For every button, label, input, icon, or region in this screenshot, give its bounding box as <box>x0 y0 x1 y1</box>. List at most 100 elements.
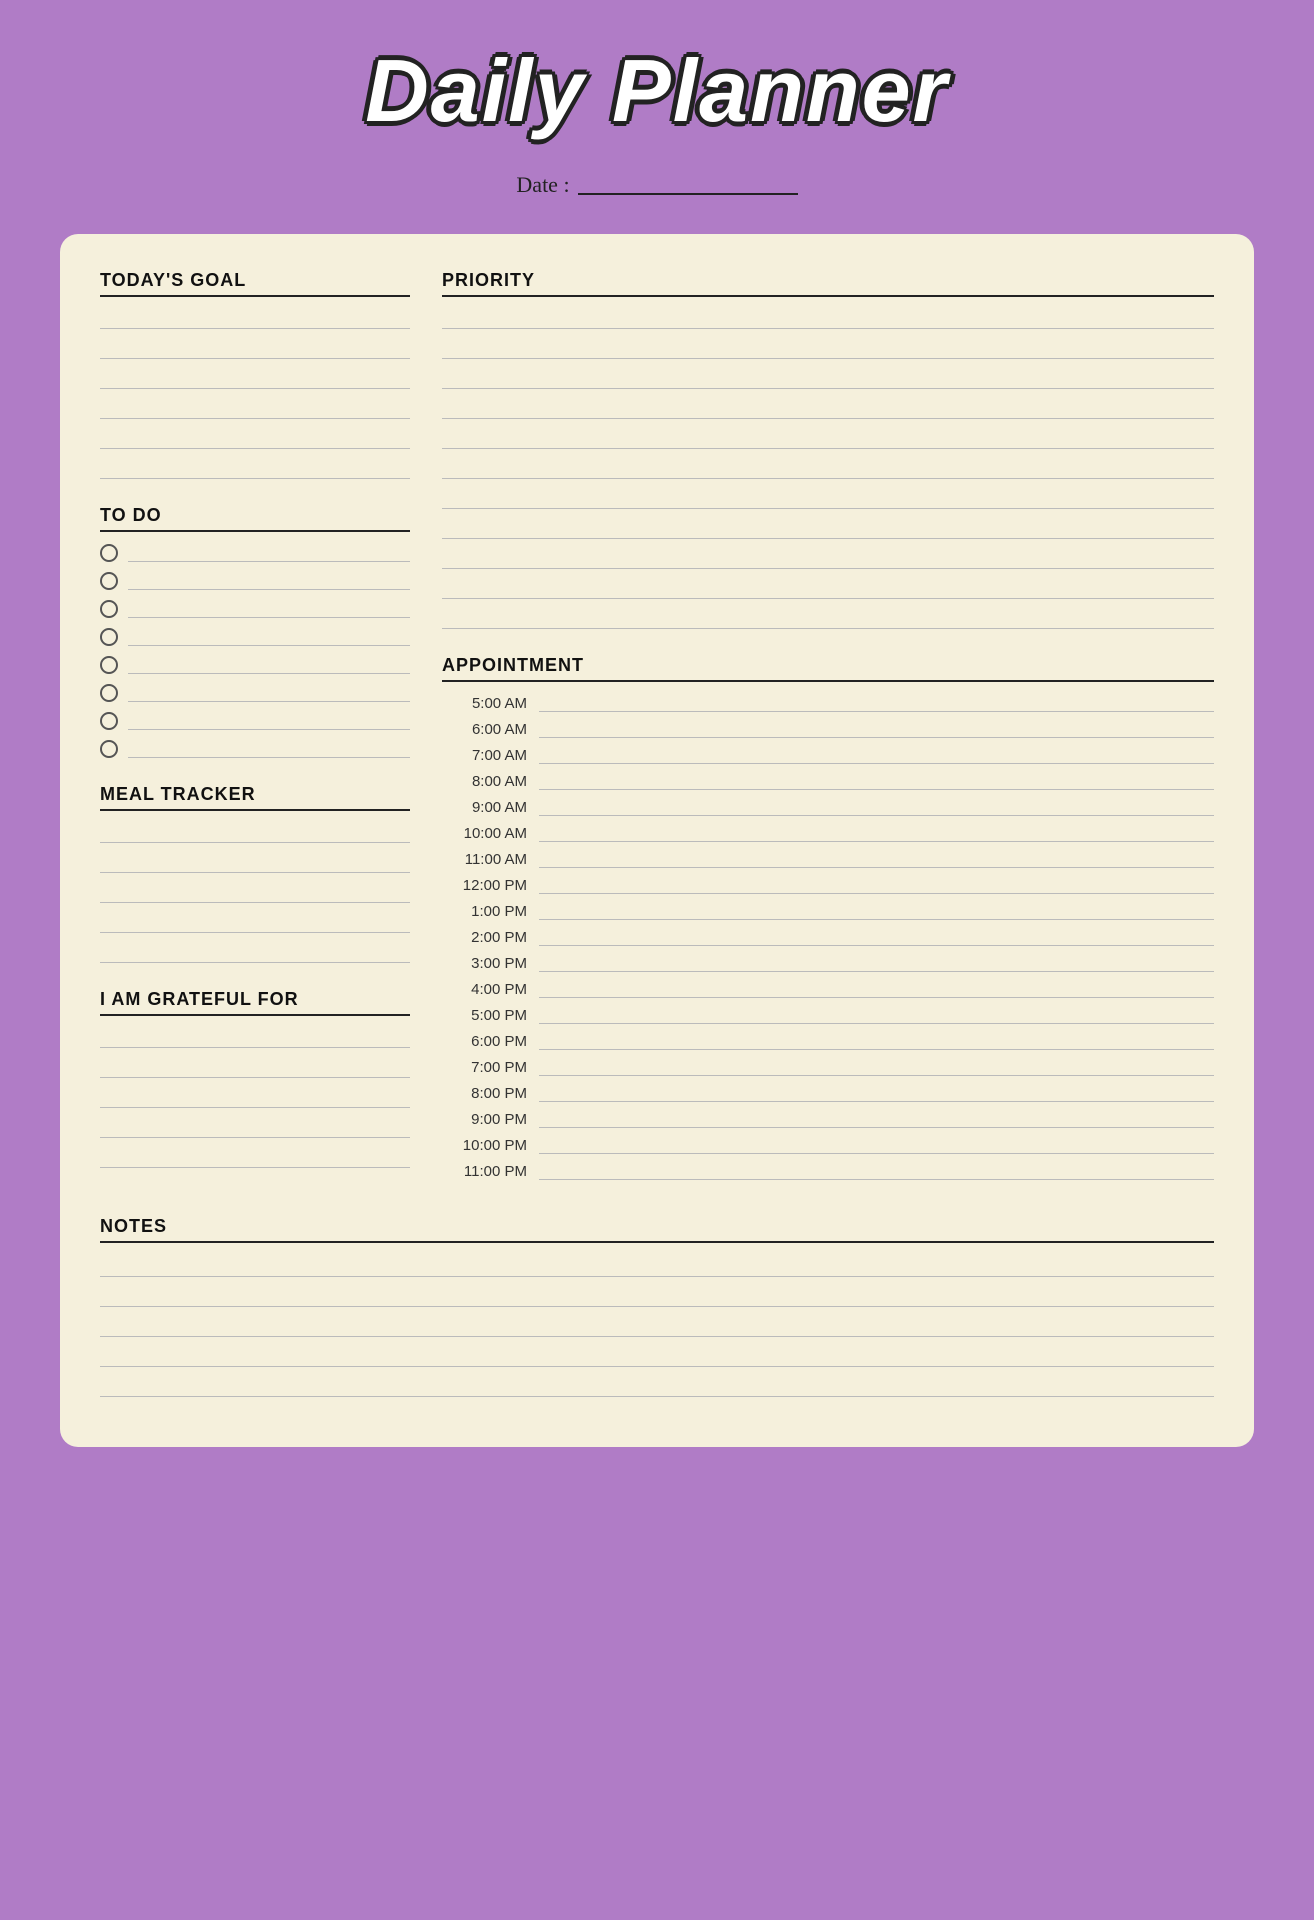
appointment-row: 6:00 PM <box>442 1032 1214 1050</box>
goal-line[interactable] <box>100 339 410 359</box>
appointment-time-label: 8:00 AM <box>442 773 527 790</box>
date-input-line[interactable] <box>578 175 798 195</box>
appointment-row: 4:00 PM <box>442 980 1214 998</box>
priority-line[interactable] <box>442 609 1214 629</box>
todo-text-line[interactable] <box>128 572 410 590</box>
todo-item[interactable] <box>100 628 410 646</box>
todo-text-line[interactable] <box>128 628 410 646</box>
appointment-row: 8:00 PM <box>442 1084 1214 1102</box>
meal-tracker-header: MEAL TRACKER <box>100 784 410 811</box>
priority-line[interactable] <box>442 339 1214 359</box>
notes-line[interactable] <box>100 1257 1214 1277</box>
priority-line[interactable] <box>442 429 1214 449</box>
todo-circle[interactable] <box>100 712 118 730</box>
appointment-text-line[interactable] <box>539 1136 1214 1154</box>
todo-item[interactable] <box>100 544 410 562</box>
appointment-row: 12:00 PM <box>442 876 1214 894</box>
todo-circle[interactable] <box>100 572 118 590</box>
appointment-text-line[interactable] <box>539 876 1214 894</box>
appointment-time-label: 6:00 AM <box>442 721 527 738</box>
appointment-text-line[interactable] <box>539 1032 1214 1050</box>
notes-line[interactable] <box>100 1287 1214 1307</box>
priority-line[interactable] <box>442 399 1214 419</box>
meal-line[interactable] <box>100 943 410 963</box>
meal-line[interactable] <box>100 823 410 843</box>
todo-items <box>100 544 410 758</box>
todo-circle[interactable] <box>100 628 118 646</box>
todo-circle[interactable] <box>100 544 118 562</box>
meal-line[interactable] <box>100 913 410 933</box>
appointment-text-line[interactable] <box>539 720 1214 738</box>
appointment-section: APPOINTMENT 5:00 AM6:00 AM7:00 AM8:00 AM… <box>442 655 1214 1188</box>
appointment-row: 3:00 PM <box>442 954 1214 972</box>
grateful-line[interactable] <box>100 1088 410 1108</box>
todo-item[interactable] <box>100 712 410 730</box>
todo-text-line[interactable] <box>128 656 410 674</box>
grateful-line[interactable] <box>100 1148 410 1168</box>
todo-text-line[interactable] <box>128 600 410 618</box>
todo-circle[interactable] <box>100 684 118 702</box>
appointment-time-label: 6:00 PM <box>442 1033 527 1050</box>
appointment-text-line[interactable] <box>539 928 1214 946</box>
grateful-line[interactable] <box>100 1028 410 1048</box>
appointment-row: 1:00 PM <box>442 902 1214 920</box>
meal-line[interactable] <box>100 853 410 873</box>
appointment-text-line[interactable] <box>539 954 1214 972</box>
appointment-text-line[interactable] <box>539 746 1214 764</box>
priority-line[interactable] <box>442 459 1214 479</box>
notes-line[interactable] <box>100 1347 1214 1367</box>
notes-line[interactable] <box>100 1317 1214 1337</box>
appointment-text-line[interactable] <box>539 772 1214 790</box>
grateful-line[interactable] <box>100 1118 410 1138</box>
appointment-text-line[interactable] <box>539 1162 1214 1180</box>
notes-line[interactable] <box>100 1377 1214 1397</box>
goal-lines <box>100 309 410 479</box>
page-title: Daily Planner <box>365 40 949 142</box>
todo-item[interactable] <box>100 684 410 702</box>
appointment-text-line[interactable] <box>539 798 1214 816</box>
priority-line[interactable] <box>442 519 1214 539</box>
priority-line[interactable] <box>442 549 1214 569</box>
appointment-time-label: 12:00 PM <box>442 877 527 894</box>
priority-line[interactable] <box>442 489 1214 509</box>
meal-line[interactable] <box>100 883 410 903</box>
todo-item[interactable] <box>100 740 410 758</box>
goal-line[interactable] <box>100 459 410 479</box>
appointment-time-label: 11:00 PM <box>442 1163 527 1180</box>
todo-item[interactable] <box>100 572 410 590</box>
priority-line[interactable] <box>442 309 1214 329</box>
appointment-row: 8:00 AM <box>442 772 1214 790</box>
appointment-time-label: 8:00 PM <box>442 1085 527 1102</box>
goal-line[interactable] <box>100 399 410 419</box>
todo-circle[interactable] <box>100 656 118 674</box>
todo-text-line[interactable] <box>128 712 410 730</box>
todo-text-line[interactable] <box>128 544 410 562</box>
todo-item[interactable] <box>100 600 410 618</box>
appointment-row: 5:00 AM <box>442 694 1214 712</box>
appointment-text-line[interactable] <box>539 850 1214 868</box>
grateful-lines <box>100 1028 410 1168</box>
todo-circle[interactable] <box>100 600 118 618</box>
appointment-text-line[interactable] <box>539 980 1214 998</box>
todo-text-line[interactable] <box>128 684 410 702</box>
goal-line[interactable] <box>100 309 410 329</box>
appointment-text-line[interactable] <box>539 694 1214 712</box>
appointment-text-line[interactable] <box>539 824 1214 842</box>
priority-line[interactable] <box>442 579 1214 599</box>
appointment-row: 7:00 PM <box>442 1058 1214 1076</box>
appointment-text-line[interactable] <box>539 1110 1214 1128</box>
todo-item[interactable] <box>100 656 410 674</box>
notes-section: NOTES <box>100 1216 1214 1407</box>
appointment-row: 10:00 PM <box>442 1136 1214 1154</box>
priority-line[interactable] <box>442 369 1214 389</box>
goal-line[interactable] <box>100 429 410 449</box>
appointment-text-line[interactable] <box>539 1006 1214 1024</box>
grateful-line[interactable] <box>100 1058 410 1078</box>
appointment-text-line[interactable] <box>539 902 1214 920</box>
appointment-text-line[interactable] <box>539 1058 1214 1076</box>
appointment-text-line[interactable] <box>539 1084 1214 1102</box>
todo-text-line[interactable] <box>128 740 410 758</box>
appointment-time-label: 1:00 PM <box>442 903 527 920</box>
goal-line[interactable] <box>100 369 410 389</box>
todo-circle[interactable] <box>100 740 118 758</box>
